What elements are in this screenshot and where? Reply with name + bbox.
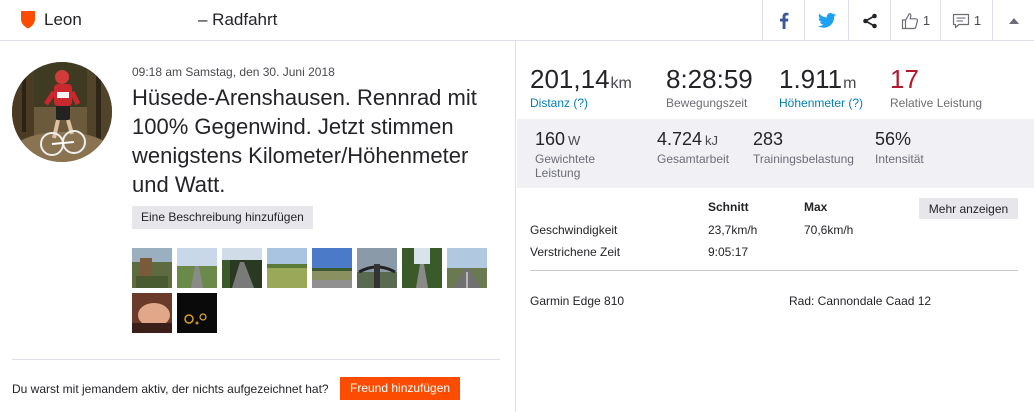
kudos-count: 1	[922, 13, 931, 28]
elapsed-time-value: 9:05:17	[708, 245, 749, 259]
stat-moving-time: 8:28:59 Bewegungszeit	[666, 64, 753, 110]
stat-total-work: 4.724 kJ Gesamtarbeit	[657, 129, 729, 166]
stat-label: Gewichtete Leistung	[535, 152, 596, 180]
photo-thumbnail[interactable]	[132, 293, 172, 333]
stat-value: 56%	[875, 129, 912, 149]
add-friend-prompt: Du warst mit jemandem aktiv, der nichts …	[12, 382, 329, 396]
stat-label: Gesamtarbeit	[657, 152, 730, 166]
collapse-icon	[1008, 17, 1019, 24]
stat-value: 17	[890, 64, 919, 94]
stat-value: 201,14	[530, 64, 610, 94]
column-header-average: Schnitt	[708, 200, 749, 214]
share-button[interactable]	[848, 0, 890, 41]
photo-thumbnail[interactable]	[132, 248, 172, 288]
distance-help-link[interactable]: Distanz (?)	[530, 96, 632, 110]
power-stats: 160 W Gewichtete Leistung 4.724 kJ Gesamta…	[517, 119, 1034, 188]
row-label-elapsed-time: Verstrichene Zeit	[530, 245, 621, 259]
stat-label: Intensität	[875, 152, 924, 166]
twitter-icon	[817, 13, 836, 28]
comments-count: 1	[973, 13, 982, 28]
add-friend-button[interactable]: Freund hinzufügen	[340, 377, 461, 400]
photo-thumbnail[interactable]	[222, 248, 262, 288]
page-title: – Radfahrt	[198, 10, 278, 29]
photo-thumbnail[interactable]	[357, 248, 397, 288]
collapse-button[interactable]	[992, 0, 1034, 41]
stat-value: 8:28:59	[666, 64, 753, 94]
stat-value: 283	[753, 129, 784, 149]
facebook-icon	[779, 12, 788, 29]
share-icon	[862, 13, 877, 28]
photo-thumbnail[interactable]	[402, 248, 442, 288]
photo-thumbnail[interactable]	[177, 248, 217, 288]
stat-relative-effort[interactable]: 17 Relative Leistung	[890, 64, 982, 110]
speed-max: 70,6km/h	[804, 223, 854, 237]
row-label-speed: Geschwindigkeit	[530, 223, 618, 237]
stat-unit: W	[568, 133, 581, 148]
photo-thumbnail[interactable]	[177, 293, 217, 333]
athlete-name[interactable]: Leon	[44, 10, 82, 30]
comment-icon	[952, 13, 969, 28]
stat-training-load: 283 Trainingsbelastung	[753, 129, 854, 166]
avatar[interactable]	[12, 62, 112, 162]
show-more-button[interactable]: Mehr anzeigen	[919, 198, 1018, 219]
thumbs-up-icon	[901, 12, 918, 29]
bike-name[interactable]: Rad: Cannondale Caad 12	[789, 294, 931, 308]
divider	[12, 359, 500, 360]
column-header-max: Max	[804, 200, 828, 214]
activity-header: Leon – Radfahrt 1 1	[0, 0, 1034, 41]
twitter-share-button[interactable]	[804, 0, 848, 41]
activity-name: Hüsede-Arenshausen. Rennrad mit 100% Geg…	[132, 85, 477, 197]
stat-unit: km	[610, 75, 632, 92]
photo-thumbnail[interactable]	[447, 248, 487, 288]
comments-button[interactable]: 1	[940, 0, 992, 41]
stat-weighted-power: 160 W Gewichtete Leistung	[535, 129, 635, 180]
stat-label: Trainingsbelastung	[753, 152, 854, 166]
device-name: Garmin Edge 810	[530, 294, 625, 308]
elevation-help-link[interactable]: Höhenmeter (?)	[779, 96, 863, 110]
facebook-share-button[interactable]	[762, 0, 804, 41]
stat-distance: 201,14km Distanz (?)	[530, 64, 632, 110]
photo-thumbnail[interactable]	[267, 248, 307, 288]
stat-value: 4.724	[657, 129, 703, 149]
activity-date: 09:18 am Samstag, den 30. Juni 2018	[132, 65, 335, 79]
stat-unit: m	[843, 75, 857, 92]
stat-intensity: 56% Intensität	[875, 129, 924, 166]
add-description-button[interactable]: Eine Beschreibung hinzufügen	[132, 206, 313, 229]
activity-summary-panel: 09:18 am Samstag, den 30. Juni 2018 Hüse…	[0, 41, 516, 412]
shield-icon	[21, 11, 35, 29]
stat-value: 1.911	[779, 64, 843, 94]
kudos-button[interactable]: 1	[890, 0, 940, 41]
photo-thumbnail[interactable]	[312, 248, 352, 288]
stat-label: Relative Leistung	[890, 96, 983, 110]
divider	[530, 270, 1018, 271]
stat-unit: kJ	[705, 133, 719, 148]
stat-elevation: 1.911m Höhenmeter (?)	[779, 64, 863, 110]
stat-value: 160	[535, 129, 566, 149]
stat-label: Bewegungszeit	[666, 96, 748, 110]
speed-average: 23,7km/h	[708, 223, 758, 237]
